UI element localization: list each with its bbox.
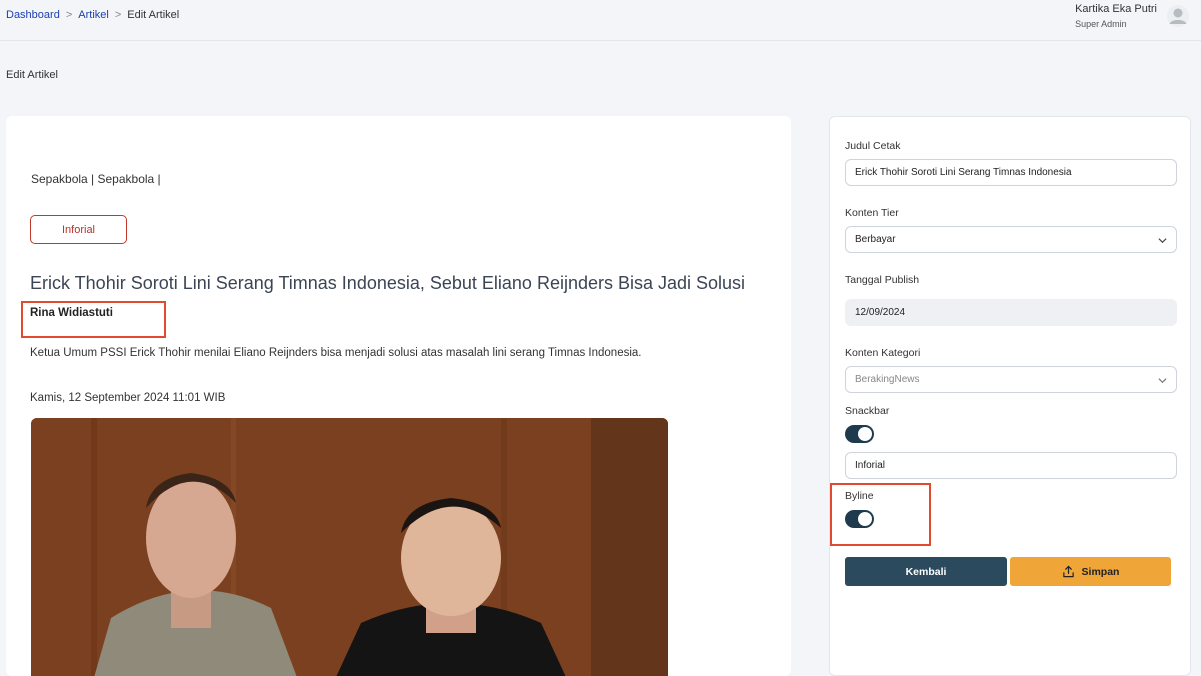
breadcrumb-separator: > [114,9,122,21]
konten-tier-select[interactable]: Berbayar [845,226,1177,253]
chevron-down-icon [1158,378,1167,384]
user-role: Super Admin [1075,19,1127,29]
breadcrumb-current: Edit Artikel [127,9,180,21]
article-settings-panel: Judul Cetak Erick Thohir Soroti Lini Ser… [829,116,1191,676]
breadcrumb-artikel-link[interactable]: Artikel [78,9,109,21]
save-button[interactable]: Simpan [1010,557,1171,586]
article-tag-badge[interactable]: Inforial [30,215,127,244]
article-headline: Erick Thohir Soroti Lini Serang Timnas I… [30,273,746,293]
avatar-icon[interactable] [1167,5,1189,27]
top-bar: Dashboard > Artikel > Edit Artikel Karti… [0,0,1201,41]
user-name: Kartika Eka Putri [1075,3,1157,15]
toggle-knob [858,512,872,526]
tanggal-publish-label: Tanggal Publish [845,274,920,286]
tanggal-publish-input[interactable]: 12/09/2024 [845,299,1177,326]
article-photo-illustration [31,418,668,676]
page-title: Edit Artikel [6,69,58,81]
upload-icon [1062,565,1074,578]
konten-tier-value: Berbayar [855,234,896,245]
konten-kategori-value: BerakingNews [855,374,920,385]
article-preview-card: Sepakbola | Sepakbola | Inforial Erick T… [6,116,791,676]
article-photo [31,418,668,676]
save-button-label: Simpan [1081,565,1120,578]
breadcrumb: Dashboard > Artikel > Edit Artikel [6,9,179,21]
snackbar-input[interactable]: Inforial [845,452,1177,479]
snackbar-toggle[interactable] [845,425,874,443]
back-button[interactable]: Kembali [845,557,1007,586]
chevron-down-icon [1158,238,1167,244]
snackbar-label: Snackbar [845,405,890,417]
user-info[interactable]: Kartika Eka Putri Super Admin [1075,3,1157,29]
konten-kategori-select[interactable]: BerakingNews [845,366,1177,393]
toggle-knob [858,427,872,441]
article-author: Rina Widiastuti [30,307,113,319]
article-date: Kamis, 12 September 2024 11:01 WIB [30,392,226,404]
breadcrumb-separator: > [65,9,73,21]
article-summary: Ketua Umum PSSI Erick Thohir menilai Eli… [30,347,642,359]
byline-label: Byline [845,490,874,502]
judul-cetak-label: Judul Cetak [845,140,901,152]
article-categories: Sepakbola | Sepakbola | [31,172,161,186]
konten-kategori-label: Konten Kategori [845,347,921,359]
konten-tier-label: Konten Tier [845,207,899,219]
byline-toggle[interactable] [845,510,874,528]
breadcrumb-dashboard-link[interactable]: Dashboard [6,9,60,21]
judul-cetak-input[interactable]: Erick Thohir Soroti Lini Serang Timnas I… [845,159,1177,186]
